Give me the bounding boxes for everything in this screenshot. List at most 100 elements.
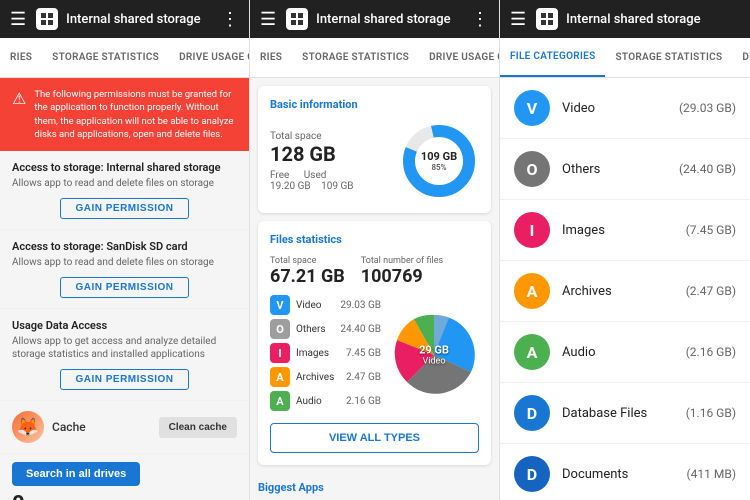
panel2-app-icon (286, 8, 308, 30)
panel2-dots[interactable]: ⋮ (471, 9, 489, 30)
video-name: Video (296, 300, 334, 311)
images-avatar: I (514, 212, 550, 248)
archives-name: Archives (296, 372, 340, 383)
video-cat-name: Video (562, 101, 667, 116)
search-all-drives-button[interactable]: Search in all drives (12, 462, 140, 486)
category-audio[interactable]: A Audio (2.16 GB) (500, 322, 750, 383)
panel3-app-icon (536, 8, 558, 30)
total-space-stat: Total space 67.21 GB (270, 256, 345, 287)
panel2-tab-ries[interactable]: RIES (250, 38, 292, 77)
category-documents[interactable]: D Documents (411 MB) (500, 444, 750, 500)
category-archives[interactable]: A Archives (2.47 GB) (500, 261, 750, 322)
others-cat-name: Others (562, 162, 667, 177)
documents-cat-size: (411 MB) (687, 467, 736, 481)
app-icon (36, 8, 58, 30)
archives-icon: A (270, 367, 290, 387)
used-label: Used (304, 170, 327, 181)
archives-avatar: A (514, 273, 550, 309)
file-type-archives[interactable]: A Archives 2.47 GB (270, 367, 381, 387)
panel3-tabs: FILE CATEGORIES STORAGE STATISTICS DRIVE… (500, 38, 750, 78)
documents-avatar: D (514, 456, 550, 492)
panel2-title: Internal shared storage (316, 12, 471, 27)
permission-usage-data: Usage Data Access Allows app to get acce… (0, 309, 249, 401)
total-space-stat-label: Total space (270, 256, 345, 266)
gain-permission-1-button[interactable]: GAIN PERMISSION (60, 198, 188, 219)
permission-sandisk: Access to storage: SanDisk SD card Allow… (0, 230, 249, 309)
permission1-desc: Allows app to read and delete files on s… (12, 177, 237, 190)
files-stats-row: Total space 67.21 GB Total number of fil… (270, 256, 479, 287)
files-stats-card: Files statistics Total space 67.21 GB To… (258, 221, 491, 465)
file-type-audio[interactable]: A Audio 2.16 GB (270, 391, 381, 411)
view-all-types-button[interactable]: View all types (270, 423, 479, 453)
database-cat-size: (1.16 GB) (686, 406, 736, 420)
pie-center: 29 GB Video (419, 344, 449, 367)
panel2-tabs: RIES STORAGE STATISTICS DRIVE USAGE CHAR… (250, 38, 499, 78)
archives-cat-name: Archives (562, 284, 674, 299)
images-cat-name: Images (562, 223, 674, 238)
others-icon: O (270, 319, 290, 339)
search-count: 0 (12, 492, 237, 500)
tab-ries[interactable]: RIES (0, 38, 42, 77)
file-type-images[interactable]: I Images 7.45 GB (270, 343, 381, 363)
video-cat-size: (29.03 GB) (679, 101, 736, 115)
used-value: 109 GB (321, 181, 353, 192)
panel1-dots[interactable]: ⋮ (221, 9, 239, 30)
gain-permission-3-button[interactable]: GAIN PERMISSION (60, 369, 188, 390)
audio-cat-name: Audio (562, 345, 674, 360)
images-size: 7.45 GB (346, 348, 381, 359)
basic-info-title: Basic information (270, 98, 479, 111)
gain-permission-2-button[interactable]: GAIN PERMISSION (60, 277, 188, 298)
total-space-label: Total space (270, 131, 387, 142)
images-cat-size: (7.45 GB) (686, 223, 736, 237)
panel3-tab-categories[interactable]: FILE CATEGORIES (500, 38, 605, 77)
free-label: Free (270, 170, 289, 181)
panel2-tab-drive[interactable]: DRIVE USAGE CHART (419, 38, 499, 77)
search-section: Search in all drives 0 files in index Fi… (0, 454, 249, 500)
hamburger-icon[interactable]: ☰ (10, 9, 26, 30)
panel1-content: ⚠ The following permissions must be gran… (0, 78, 249, 500)
panel3-tab-drive[interactable]: DRIVE US... (732, 38, 750, 77)
warning-text: The following permissions must be grante… (34, 88, 237, 141)
panel1-title: Internal shared storage (66, 12, 221, 27)
database-cat-name: Database Files (562, 406, 674, 421)
permission1-title: Access to storage: Internal shared stora… (12, 161, 237, 174)
space-details: Free Used 19.20 GB 109 GB (270, 170, 387, 192)
free-value: 19.20 GB (270, 181, 311, 192)
tab-storage-stats[interactable]: STORAGE STATISTICS (42, 38, 169, 77)
tab-drive-usage[interactable]: DRIVE USAGE CHART (169, 38, 249, 77)
panel2-header: ☰ Internal shared storage ⋮ (250, 0, 499, 38)
panel2-content: Basic information Total space 128 GB Fre… (250, 78, 499, 500)
category-database[interactable]: D Database Files (1.16 GB) (500, 383, 750, 444)
panel2-tab-storage[interactable]: STORAGE STATISTICS (292, 38, 419, 77)
file-type-others[interactable]: O Others 24.40 GB (270, 319, 381, 339)
panel3-hamburger-icon[interactable]: ☰ (510, 9, 526, 30)
total-files-stat: Total number of files 100769 (361, 256, 443, 287)
category-list: V Video (29.03 GB) O Others (24.40 GB) I… (500, 78, 750, 500)
warning-box: ⚠ The following permissions must be gran… (0, 78, 249, 151)
panel1-header: ☰ Internal shared storage ⋮ (0, 0, 249, 38)
permission2-desc: Allows app to read and delete files on s… (12, 256, 237, 269)
database-avatar: D (514, 395, 550, 431)
file-types-list: V Video 29.03 GB O Others 24.40 GB I Ima… (270, 295, 381, 415)
panel2-hamburger-icon[interactable]: ☰ (260, 9, 276, 30)
others-size: 24.40 GB (340, 324, 381, 335)
files-stats-title: Files statistics (270, 233, 479, 246)
total-files-stat-label: Total number of files (361, 256, 443, 266)
video-icon: V (270, 295, 290, 315)
clean-cache-button[interactable]: Clean cache (159, 417, 237, 438)
donut-chart: 109 GB 85% (399, 121, 479, 201)
panel1-tabs: RIES STORAGE STATISTICS DRIVE USAGE CHAR… (0, 38, 249, 78)
total-files-stat-value: 100769 (361, 266, 443, 287)
category-images[interactable]: I Images (7.45 GB) (500, 200, 750, 261)
archives-size: 2.47 GB (346, 372, 381, 383)
file-type-video[interactable]: V Video 29.03 GB (270, 295, 381, 315)
others-name: Others (296, 324, 334, 335)
category-video[interactable]: V Video (29.03 GB) (500, 78, 750, 139)
biggest-apps-title: Biggest Apps (250, 473, 499, 498)
category-others[interactable]: O Others (24.40 GB) (500, 139, 750, 200)
cache-label: Cache (52, 420, 151, 434)
panel3-tab-storage[interactable]: STORAGE STATISTICS (605, 38, 732, 77)
permission3-title: Usage Data Access (12, 319, 237, 332)
images-name: Images (296, 348, 340, 359)
others-cat-size: (24.40 GB) (679, 162, 736, 176)
